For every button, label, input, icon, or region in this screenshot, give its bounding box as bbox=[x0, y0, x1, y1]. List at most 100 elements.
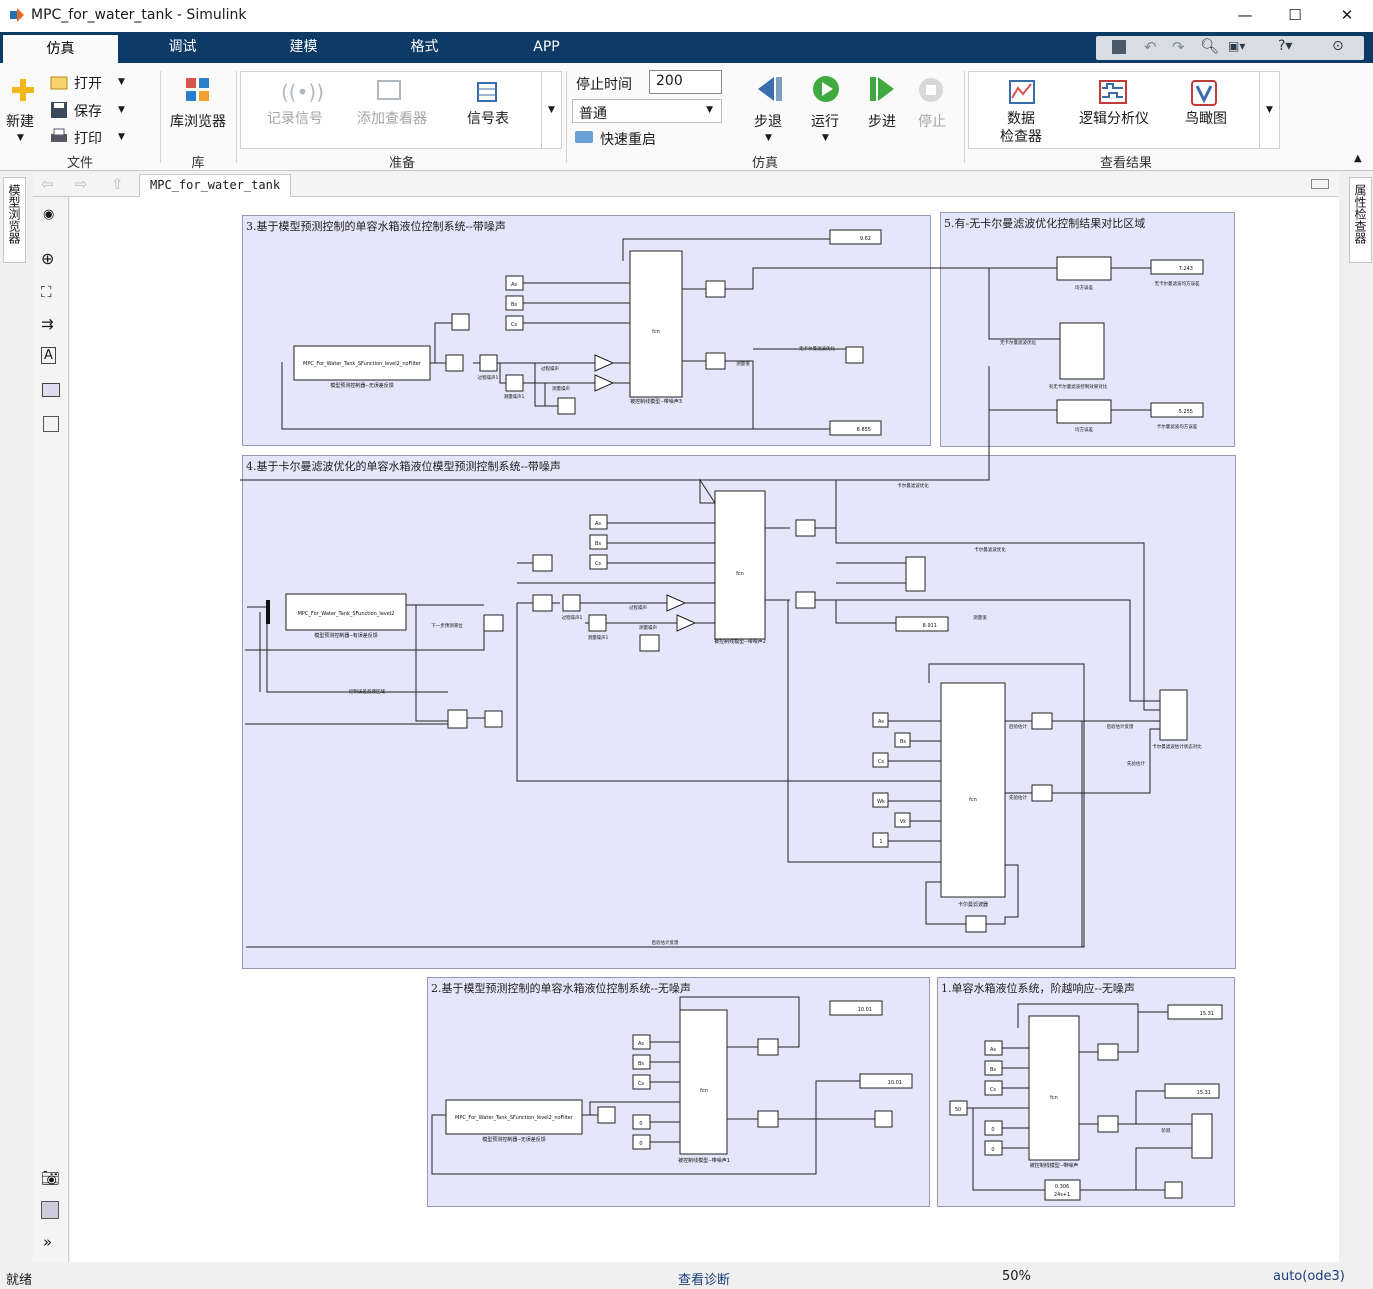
kalman-compare-scope[interactable] bbox=[1159, 689, 1188, 741]
model-canvas[interactable]: 3.基于模型预测控制的单容水箱液位控制系统--带噪声 5.有-无卡尔曼滤波优化控… bbox=[70, 197, 1339, 1262]
stop-button[interactable]: 停止 bbox=[918, 111, 946, 131]
scope-block[interactable] bbox=[845, 346, 864, 364]
unit-delay-block[interactable] bbox=[965, 915, 987, 933]
unit-delay-block[interactable] bbox=[1031, 712, 1053, 730]
save-button[interactable]: 保存 bbox=[74, 101, 102, 121]
signal-table-button[interactable]: 信号表 bbox=[467, 108, 509, 128]
expand-palette-icon[interactable]: » bbox=[43, 1233, 52, 1251]
gain-block[interactable] bbox=[594, 374, 615, 392]
scope-block[interactable] bbox=[483, 614, 504, 632]
scope-block[interactable] bbox=[639, 634, 660, 652]
scope-block[interactable] bbox=[532, 594, 553, 612]
zoom-level[interactable]: 50% bbox=[1002, 1269, 1031, 1284]
unit-delay-block[interactable] bbox=[705, 352, 726, 370]
display-block[interactable] bbox=[829, 229, 882, 245]
search-icon[interactable]: 🔍︎ bbox=[1200, 37, 1219, 55]
collapse-icon[interactable]: ▲ bbox=[1354, 153, 1362, 164]
random-noise-block[interactable] bbox=[588, 614, 607, 632]
forward-arrow-icon[interactable]: ⇨ bbox=[75, 175, 88, 193]
random-noise-block[interactable] bbox=[562, 594, 581, 612]
save-icon[interactable] bbox=[1112, 40, 1126, 54]
signal-line-icon[interactable]: ⇉ bbox=[41, 315, 54, 333]
step-back-button[interactable]: 步退 bbox=[754, 111, 782, 131]
view-diagnostics-link[interactable]: 查看诊断 bbox=[678, 1269, 730, 1288]
model-explorer-icon[interactable] bbox=[41, 1201, 59, 1219]
print-dropdown-icon[interactable]: ▼ bbox=[118, 132, 125, 142]
display-block[interactable] bbox=[859, 1073, 913, 1089]
print-button[interactable]: 打印 bbox=[74, 128, 102, 148]
unit-delay-block[interactable] bbox=[757, 1038, 779, 1056]
unit-delay-block[interactable] bbox=[795, 519, 816, 537]
plant-block-1[interactable] bbox=[1028, 1015, 1080, 1161]
simulation-mode-select[interactable]: 普通 ▼ bbox=[572, 99, 722, 123]
library-browser-button[interactable]: 库浏览器 bbox=[170, 111, 226, 131]
step-scope-block[interactable] bbox=[1191, 1113, 1213, 1159]
tab-format[interactable]: 格式 bbox=[382, 32, 467, 63]
birdseye-button[interactable]: 鸟瞰图 bbox=[1185, 108, 1227, 128]
stop-time-input[interactable]: 200 bbox=[649, 70, 722, 94]
add-viewer-button[interactable]: 添加查看器 bbox=[357, 108, 427, 128]
gain-block[interactable] bbox=[594, 354, 615, 372]
image-icon[interactable] bbox=[42, 383, 60, 397]
unit-delay-block[interactable] bbox=[1097, 1115, 1119, 1133]
help-icon[interactable]: ?▾ bbox=[1278, 38, 1292, 54]
scope-block[interactable] bbox=[874, 1110, 893, 1128]
property-inspector-tab[interactable]: 属性检查器 bbox=[1349, 177, 1372, 263]
logic-analyzer-button[interactable]: 逻辑分析仪 bbox=[1079, 108, 1149, 128]
run-dropdown-icon[interactable]: ▼ bbox=[822, 133, 829, 143]
data-inspector-line1[interactable]: 数据 bbox=[1007, 108, 1035, 128]
display-block[interactable] bbox=[1150, 402, 1204, 418]
up-arrow-icon[interactable]: ⇧ bbox=[111, 175, 124, 193]
expand-toolstrip-icon[interactable]: ⊙ bbox=[1332, 38, 1344, 54]
scope-block[interactable] bbox=[532, 554, 553, 572]
maximize-button[interactable]: ☐ bbox=[1282, 4, 1308, 26]
hide-explorer-icon[interactable] bbox=[1311, 179, 1329, 189]
shortcut-icon[interactable]: ▣▾ bbox=[1228, 39, 1245, 53]
scope-block[interactable] bbox=[445, 354, 464, 372]
screenshot-icon[interactable]: 📷︎ bbox=[41, 1169, 60, 1187]
scope-block[interactable] bbox=[1164, 1181, 1183, 1199]
fast-restart-button[interactable]: 快速重启 bbox=[600, 129, 656, 149]
gain-block[interactable] bbox=[666, 594, 687, 612]
fit-view-icon[interactable]: ⛶ bbox=[41, 283, 52, 301]
unit-delay-block[interactable] bbox=[705, 280, 726, 298]
tab-debug[interactable]: 调试 bbox=[140, 32, 225, 63]
plant-block-2[interactable] bbox=[679, 1009, 728, 1155]
log-signal-button[interactable]: 记录信号 bbox=[267, 108, 323, 128]
plant-block-4[interactable] bbox=[714, 490, 766, 640]
minimize-button[interactable]: — bbox=[1232, 4, 1258, 26]
unit-delay-block[interactable] bbox=[795, 591, 816, 609]
unit-delay-block[interactable] bbox=[1031, 784, 1053, 802]
gallery-expand-icon[interactable]: ▼ bbox=[541, 72, 561, 148]
gain-block[interactable] bbox=[676, 614, 697, 632]
display-block[interactable] bbox=[829, 420, 882, 436]
area-icon[interactable] bbox=[43, 416, 59, 432]
sum-block[interactable] bbox=[447, 709, 468, 729]
run-button[interactable]: 运行 bbox=[811, 111, 839, 131]
annotation-icon[interactable]: A bbox=[41, 347, 56, 364]
plant-block-3[interactable] bbox=[629, 250, 683, 398]
tab-simulation[interactable]: 仿真 bbox=[3, 35, 118, 63]
scope-block[interactable] bbox=[484, 710, 503, 728]
breadcrumb[interactable]: MPC_for_water_tank bbox=[139, 174, 292, 197]
close-button[interactable]: ✕ bbox=[1334, 4, 1360, 26]
new-dropdown-icon[interactable]: ▼ bbox=[17, 133, 24, 143]
mux-block[interactable] bbox=[266, 600, 270, 624]
mse-block[interactable] bbox=[1056, 399, 1112, 424]
back-arrow-icon[interactable]: ⇦ bbox=[41, 175, 54, 193]
open-dropdown-icon[interactable]: ▼ bbox=[118, 77, 125, 87]
display-block[interactable] bbox=[829, 1000, 883, 1016]
compare-scope-block[interactable] bbox=[1059, 322, 1105, 380]
data-inspector-line2[interactable]: 检查器 bbox=[1000, 126, 1042, 146]
scope-block[interactable] bbox=[451, 313, 470, 331]
hide-toolbar-icon[interactable]: ◉ bbox=[43, 207, 54, 222]
unit-delay-block[interactable] bbox=[1097, 1043, 1119, 1061]
step-back-dropdown-icon[interactable]: ▼ bbox=[765, 133, 772, 143]
results-expand-icon[interactable]: ▼ bbox=[1259, 72, 1279, 148]
zoom-icon[interactable]: ⊕ bbox=[41, 249, 54, 268]
solver-link[interactable]: auto(ode3) bbox=[1273, 1269, 1345, 1284]
scope-block[interactable] bbox=[905, 556, 926, 592]
tab-modeling[interactable]: 建模 bbox=[261, 32, 346, 63]
open-button[interactable]: 打开 bbox=[74, 73, 102, 93]
scope-block[interactable] bbox=[597, 1106, 616, 1124]
